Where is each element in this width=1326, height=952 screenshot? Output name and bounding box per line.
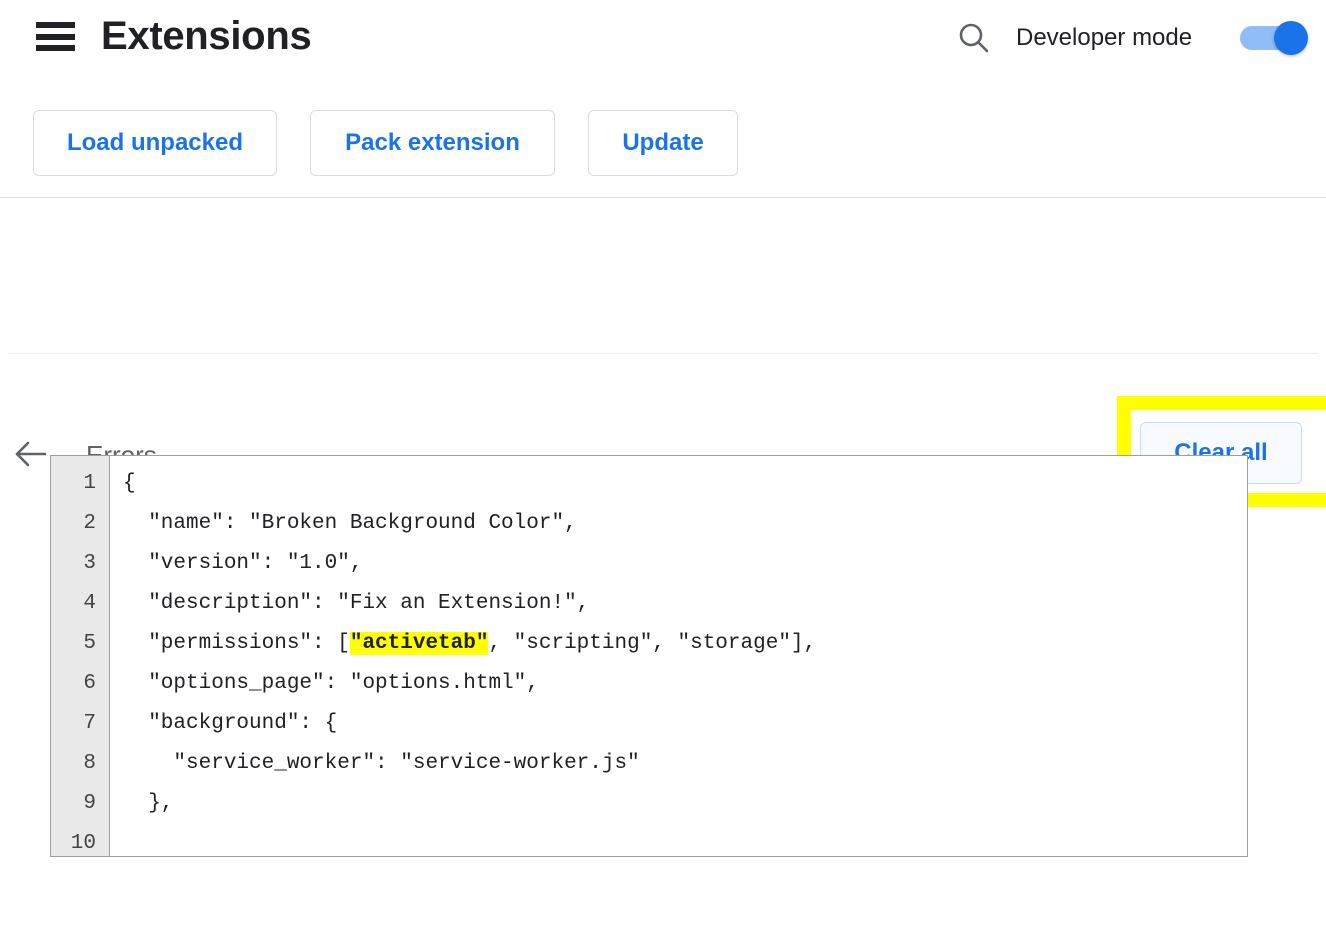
line-number: 4: [83, 592, 96, 615]
errors-header: Errors Clear all: [0, 198, 1326, 507]
code-line: "options_page": "options.html",: [123, 672, 539, 695]
error-list-item[interactable]: Permission 'activetab' is unknown or URL…: [0, 354, 1326, 799]
code-line-highlighted: "permissions": ["activetab", "scripting"…: [123, 624, 1247, 664]
line-number: 2: [83, 512, 96, 535]
update-button[interactable]: Update: [588, 110, 738, 176]
hamburger-bar: [36, 22, 75, 28]
code-content[interactable]: { "name": "Broken Background Color", "ve…: [110, 456, 1247, 856]
search-icon[interactable]: [957, 21, 991, 55]
code-line: "name": "Broken Background Color",: [123, 512, 577, 535]
toggle-knob: [1274, 21, 1308, 55]
line-number: 10: [70, 832, 96, 855]
code-line-number-gutter: 1 2 3 4 5 6 7 8 9 10: [51, 456, 110, 856]
code-line: },: [123, 792, 174, 815]
code-line: "version": "1.0",: [123, 552, 363, 575]
page-title: Extensions: [101, 14, 312, 58]
code-line: "background": {: [123, 712, 338, 735]
developer-mode-label: Developer mode: [1016, 24, 1193, 51]
line-number: 1: [83, 472, 96, 495]
line-number: 9: [83, 792, 96, 815]
pack-extension-button[interactable]: Pack extension: [310, 110, 555, 176]
load-unpacked-button[interactable]: Load unpacked: [33, 110, 277, 176]
hamburger-bar: [36, 33, 75, 40]
code-line: "service_worker": "service-worker.js": [123, 752, 640, 775]
line-number: 7: [83, 712, 96, 735]
hamburger-bar: [36, 45, 75, 51]
line-number: 3: [83, 552, 96, 575]
code-line: "description": "Fix an Extension!",: [123, 592, 590, 615]
extension-actions-toolbar: Load unpacked Pack extension Update: [0, 110, 1326, 180]
line-number: 6: [83, 672, 96, 695]
code-line: {: [123, 472, 136, 495]
hamburger-menu-icon[interactable]: [36, 22, 75, 51]
code-line-suffix: , "scripting", "storage"],: [488, 632, 817, 655]
line-number: 5: [83, 632, 96, 655]
code-line-prefix: "permissions": [: [123, 632, 350, 655]
line-number: 8: [83, 752, 96, 775]
manifest-code-viewer: 1 2 3 4 5 6 7 8 9 10 { "name": "Broken B…: [50, 455, 1248, 857]
app-header: Extensions Developer mode: [0, 0, 1326, 72]
highlighted-token: "activetab": [349, 632, 489, 655]
developer-mode-toggle[interactable]: [1240, 21, 1308, 55]
